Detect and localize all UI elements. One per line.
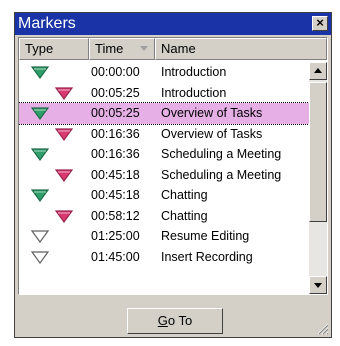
window-title: Markers: [18, 15, 76, 32]
markers-window: Markers × Type Time Name 00:00:00 Introdu…: [14, 12, 332, 338]
row-name: Introduction: [161, 65, 227, 79]
go-to-label: o To: [167, 313, 193, 328]
row-name: Overview of Tasks: [161, 126, 263, 141]
row-time: 00:58:12: [91, 208, 140, 223]
row-name: Chatting: [161, 208, 208, 223]
close-button[interactable]: ×: [312, 16, 328, 31]
title-bar[interactable]: Markers ×: [15, 13, 331, 35]
column-header-label: Time: [95, 41, 124, 56]
red-down-triangle-icon: [55, 86, 73, 100]
green-down-triangle-icon: [31, 189, 49, 202]
go-to-accelerator: G: [157, 313, 168, 328]
green-down-triangle-icon: [31, 107, 49, 120]
scroll-up-button[interactable]: [309, 62, 327, 80]
table-row[interactable]: 01:45:00 Insert Recording: [19, 247, 309, 268]
row-time: 01:45:00: [91, 249, 140, 264]
row-name: Scheduling a Meeting: [161, 147, 282, 161]
table-row[interactable]: 00:00:00 Introduction: [19, 62, 309, 83]
table-row[interactable]: 00:58:12 Chatting: [19, 206, 309, 227]
row-name: Insert Recording: [161, 249, 253, 264]
go-to-button[interactable]: Go To: [127, 308, 223, 334]
column-header-label: Name: [161, 41, 196, 56]
arrow-up-icon: [314, 68, 322, 73]
row-name: Introduction: [161, 85, 227, 100]
table-row[interactable]: 00:16:36 Scheduling a Meeting: [19, 144, 309, 165]
row-time: 00:05:25: [91, 85, 140, 100]
row-name: Overview of Tasks: [161, 106, 263, 120]
row-name: Chatting: [161, 188, 208, 202]
red-down-triangle-icon: [55, 168, 73, 182]
arrow-down-icon: [314, 283, 322, 288]
row-time: 00:45:18: [91, 188, 140, 202]
resize-grip-icon[interactable]: [315, 321, 329, 335]
table-row[interactable]: 00:05:25 Overview of Tasks: [19, 102, 310, 125]
table-row[interactable]: 00:45:18 Chatting: [19, 185, 309, 206]
red-down-triangle-icon: [55, 127, 73, 141]
red-down-triangle-icon: [55, 209, 73, 223]
row-time: 00:16:36: [91, 147, 140, 161]
column-header-type[interactable]: Type: [19, 38, 89, 60]
green-down-triangle-icon: [31, 148, 49, 161]
outline-down-triangle-icon: [31, 230, 49, 243]
markers-list: Type Time Name 00:00:00 Introduction 00:05…: [18, 37, 328, 295]
table-row[interactable]: 00:45:18 Scheduling a Meeting: [19, 165, 309, 186]
row-name: Scheduling a Meeting: [161, 167, 282, 182]
table-row[interactable]: 00:05:25 Introduction: [19, 83, 309, 104]
table-row[interactable]: 01:25:00 Resume Editing: [19, 226, 309, 247]
row-time: 00:45:18: [91, 167, 140, 182]
row-time: 00:16:36: [91, 126, 140, 141]
vertical-scrollbar[interactable]: [309, 62, 327, 294]
list-rows: 00:00:00 Introduction 00:05:25 Introduction…: [19, 62, 310, 294]
table-row[interactable]: 00:16:36 Overview of Tasks: [19, 124, 309, 145]
column-header-time[interactable]: Time: [89, 38, 155, 60]
sort-descending-icon: [140, 46, 148, 51]
scroll-down-button[interactable]: [309, 276, 327, 294]
row-time: 00:05:25: [91, 106, 140, 120]
list-header: Type Time Name: [19, 38, 327, 60]
green-down-triangle-icon: [31, 66, 49, 79]
close-icon: ×: [316, 15, 324, 30]
column-header-name[interactable]: Name: [155, 38, 327, 60]
column-header-label: Type: [25, 41, 54, 56]
row-time: 01:25:00: [91, 229, 140, 243]
outline-down-triangle-icon: [31, 250, 49, 264]
row-name: Resume Editing: [161, 229, 250, 243]
row-time: 00:00:00: [91, 65, 140, 79]
scrollbar-thumb[interactable]: [309, 82, 327, 222]
